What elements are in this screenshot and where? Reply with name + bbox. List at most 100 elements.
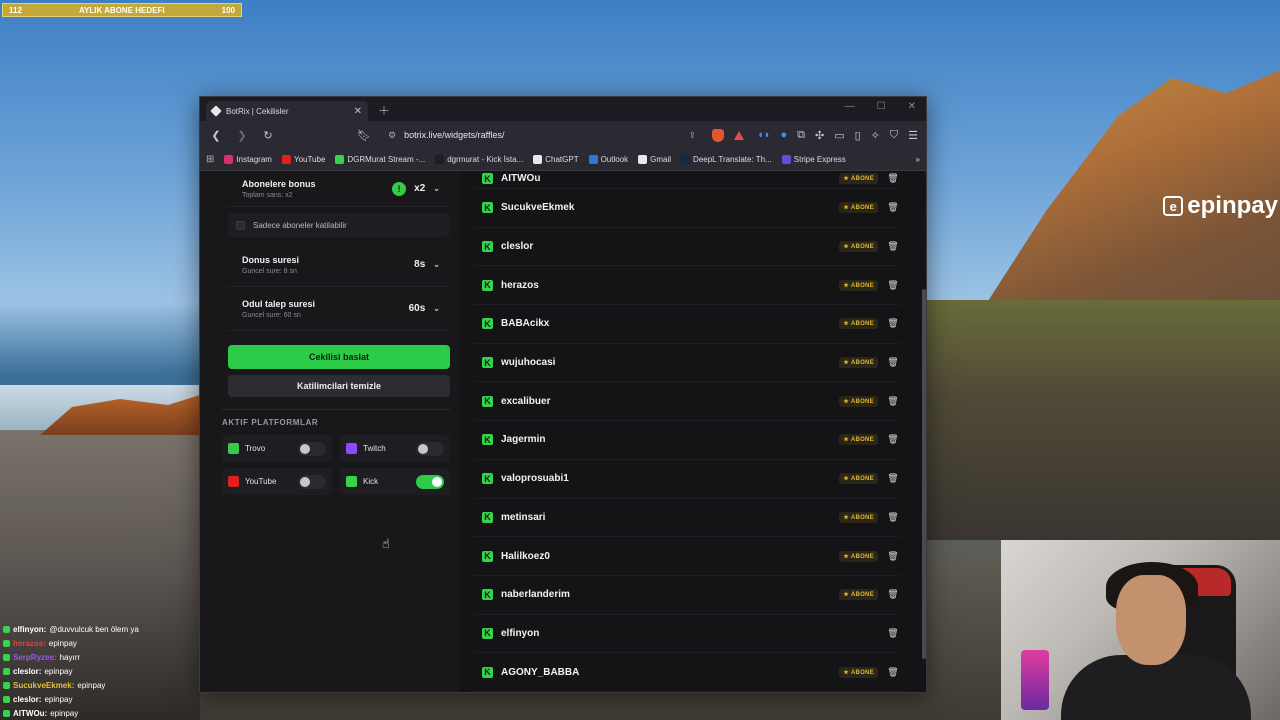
chat-message: SerpRyzee: hayırr xyxy=(3,651,203,665)
subs-only-checkbox[interactable] xyxy=(236,220,245,230)
bookmark-item[interactable]: DGRMurat Stream -... xyxy=(335,155,425,164)
trash-icon[interactable]: 🗑︎ xyxy=(886,280,900,291)
bookmark-item[interactable]: Stripe Express xyxy=(781,155,846,164)
platform-toggle[interactable] xyxy=(416,474,444,489)
new-tab-icon[interactable]: ＋ xyxy=(378,102,390,119)
clear-participants-button[interactable]: Katilimcilari temizle xyxy=(228,375,450,397)
trash-icon[interactable]: 🗑︎ xyxy=(886,434,900,445)
raffle-settings-panel: Abonelere bonus Toplam sans: x2 ! x2 ⌄ S… xyxy=(200,171,460,692)
trash-icon[interactable]: 🗑︎ xyxy=(886,473,900,484)
minimize-icon[interactable]: — xyxy=(845,101,855,112)
sub-bonus-value: x2 xyxy=(414,183,426,194)
bookmark-item[interactable]: DeepL Translate: Th... xyxy=(681,155,772,164)
chat-badge-icon xyxy=(3,654,10,661)
claim-time-sub: Guncel sure: 60 sn xyxy=(242,311,301,319)
back-icon[interactable]: ❮ xyxy=(208,129,224,142)
subs-only-checkbox-row[interactable]: Sadece aboneler katilabilir xyxy=(228,213,450,237)
bookmark-item[interactable]: Instagram xyxy=(224,155,272,164)
apps-grid-icon[interactable]: ⊞ xyxy=(206,154,214,165)
kick-icon: K xyxy=(482,279,493,291)
chevron-down-icon: ⌄ xyxy=(433,260,440,269)
bookmark-item[interactable]: ChatGPT xyxy=(533,155,579,164)
bookmark-favicon-icon xyxy=(335,155,345,164)
close-tab-icon[interactable]: ✕ xyxy=(354,106,362,117)
tab-bar: BotRix | Cekilisler ✕ ＋ — ☐ ✕ xyxy=(200,97,926,121)
chat-username: AITWOu: xyxy=(13,709,48,718)
info-icon[interactable]: ! xyxy=(392,181,407,196)
participants-scrollbar[interactable] xyxy=(922,289,926,659)
platform-label: YouTube xyxy=(245,477,277,486)
participant-row: Knaberlanderim ★ ABONE 🗑︎ xyxy=(474,576,900,615)
bookmark-label: Instagram xyxy=(236,155,272,164)
wallet-icon[interactable]: ▭ xyxy=(834,129,844,142)
vpn-icon[interactable]: ⛉ xyxy=(890,129,898,142)
trash-icon[interactable]: 🗑︎ xyxy=(886,551,900,562)
trash-icon[interactable]: 🗑︎ xyxy=(886,241,900,252)
participant-name: herazos xyxy=(501,279,539,291)
menu-icon[interactable]: ☰ xyxy=(908,129,918,142)
participant-name: elfinyon xyxy=(501,627,540,639)
address-bar[interactable]: ⚙︎ botrix.live/widgets/raffles/ ⇪ xyxy=(382,125,702,145)
chat-text: @duvvulcuk ben ölem ya xyxy=(49,625,139,634)
spin-time-select[interactable]: 8s ⌄ xyxy=(414,259,440,270)
maximize-icon[interactable]: ☐ xyxy=(877,101,886,112)
extension-blue-icon[interactable]: ● xyxy=(780,129,787,141)
participant-name: wujuhocasi xyxy=(501,357,556,369)
trovo-icon xyxy=(228,443,239,454)
bookmark-favicon-icon xyxy=(781,155,791,164)
kick-icon: K xyxy=(482,550,493,562)
bookmark-item[interactable]: Outlook xyxy=(588,155,628,164)
participant-name: naberlanderim xyxy=(501,589,570,601)
goal-target: 100 xyxy=(221,5,235,15)
bookmark-icon[interactable]: 🔖︎ xyxy=(356,129,372,142)
more-bookmarks-icon[interactable]: » xyxy=(916,155,920,164)
audio-icon[interactable]: ◖◗ xyxy=(757,129,770,141)
participant-row: Kvaloprosuabi1 ★ ABONE 🗑︎ xyxy=(474,460,900,499)
close-window-icon[interactable]: ✕ xyxy=(908,101,916,112)
platform-youtube: YouTube xyxy=(222,468,332,495)
bookmark-item[interactable]: YouTube xyxy=(281,155,325,164)
bookmark-label: ChatGPT xyxy=(545,155,579,164)
share-icon[interactable]: ⇪ xyxy=(688,130,696,141)
bookmark-item[interactable]: Gmail xyxy=(638,155,671,164)
background-rocks xyxy=(920,300,1280,540)
trash-icon[interactable]: 🗑︎ xyxy=(886,202,900,213)
platform-toggle[interactable] xyxy=(298,441,326,456)
trash-icon[interactable]: 🗑︎ xyxy=(886,173,900,184)
reload-icon[interactable]: ↻ xyxy=(260,129,276,142)
trash-icon[interactable]: 🗑︎ xyxy=(886,318,900,329)
platform-toggle[interactable] xyxy=(416,441,444,456)
trash-icon[interactable]: 🗑︎ xyxy=(886,396,900,407)
brave-shields-icon[interactable] xyxy=(712,128,724,142)
platform-trovo: Trovo xyxy=(222,435,332,462)
trash-icon[interactable]: 🗑︎ xyxy=(886,589,900,600)
claim-time-select[interactable]: 60s ⌄ xyxy=(409,303,440,314)
kick-icon: K xyxy=(482,666,493,678)
chat-username: SucukveEkmek: xyxy=(13,681,75,690)
puzzle-icon[interactable]: ✣ xyxy=(815,129,824,142)
participant-row: Kherazos ★ ABONE 🗑︎ xyxy=(474,266,900,306)
forward-icon[interactable]: ❯ xyxy=(234,129,250,142)
sidebar-icon[interactable]: ▯ xyxy=(855,129,861,142)
sub-bonus-select[interactable]: ! x2 ⌄ xyxy=(392,181,440,196)
sub-bonus-sub: Toplam sans: x2 xyxy=(242,191,293,199)
brave-rewards-icon[interactable] xyxy=(734,130,744,140)
extensions-icon[interactable]: ⧉ xyxy=(797,129,805,142)
trash-icon[interactable]: 🗑︎ xyxy=(886,357,900,368)
tab-botrix[interactable]: BotRix | Cekilisler ✕ xyxy=(206,101,368,121)
platform-toggle[interactable] xyxy=(298,474,326,489)
trash-icon[interactable]: 🗑︎ xyxy=(886,667,900,678)
trash-icon[interactable]: 🗑︎ xyxy=(886,628,900,639)
site-info-icon[interactable]: ⚙︎ xyxy=(388,130,396,141)
participant-name: valoprosuabi1 xyxy=(501,473,569,485)
bookmark-item[interactable]: dgrmurat - Kick İsta... xyxy=(435,155,523,164)
start-raffle-button[interactable]: Cekilisi baslat xyxy=(228,345,450,369)
kick-icon: K xyxy=(482,589,493,601)
webcam-feed xyxy=(1001,540,1280,720)
leo-icon[interactable]: ✧ xyxy=(871,129,880,142)
participant-name: AITWOu xyxy=(501,173,541,184)
active-platforms: AKTIF PLATFORMLAR Trovo Twitch YouTube Kick xyxy=(222,409,450,495)
bookmark-label: DeepL Translate: Th... xyxy=(693,155,772,164)
trash-icon[interactable]: 🗑︎ xyxy=(886,512,900,523)
bookmark-favicon-icon xyxy=(638,155,648,164)
